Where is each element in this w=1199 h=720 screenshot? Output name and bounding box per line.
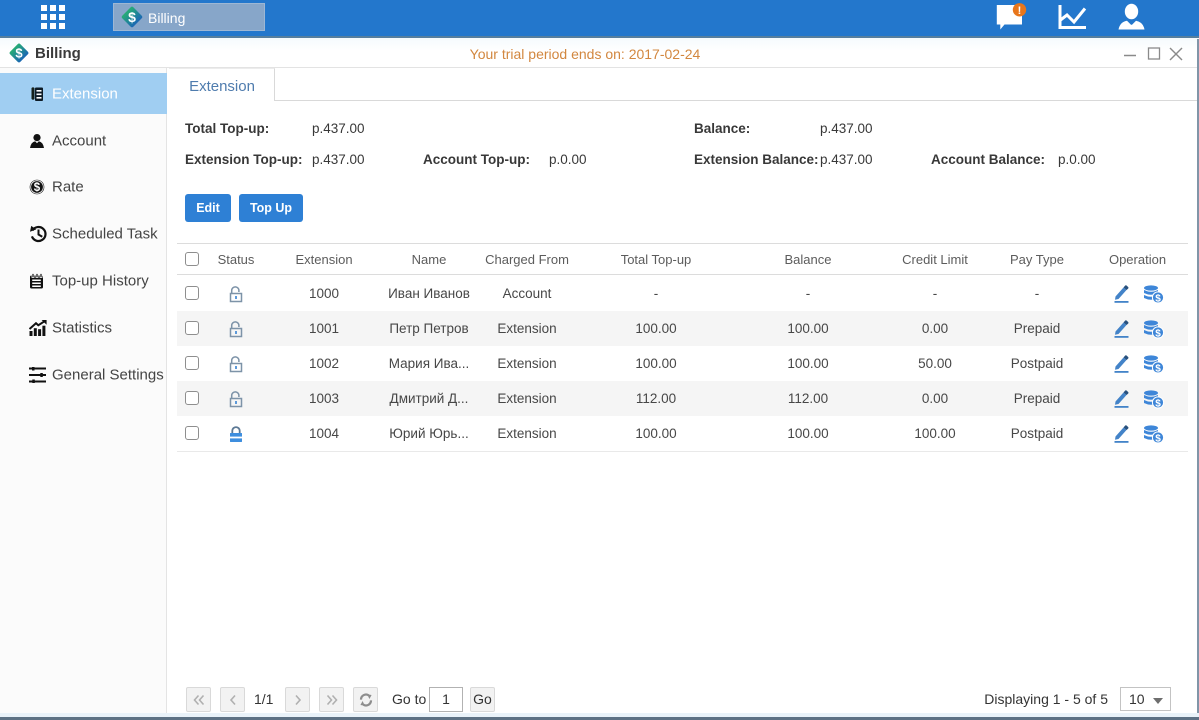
svg-text:$: $ xyxy=(1155,398,1161,409)
svg-text:$: $ xyxy=(1155,433,1161,444)
svg-text:!: ! xyxy=(1018,5,1022,17)
svg-text:$: $ xyxy=(1155,363,1161,374)
svg-text:$: $ xyxy=(1155,293,1161,304)
svg-text:$: $ xyxy=(34,182,41,194)
svg-text:$: $ xyxy=(128,9,136,25)
svg-text:$: $ xyxy=(1155,328,1161,339)
